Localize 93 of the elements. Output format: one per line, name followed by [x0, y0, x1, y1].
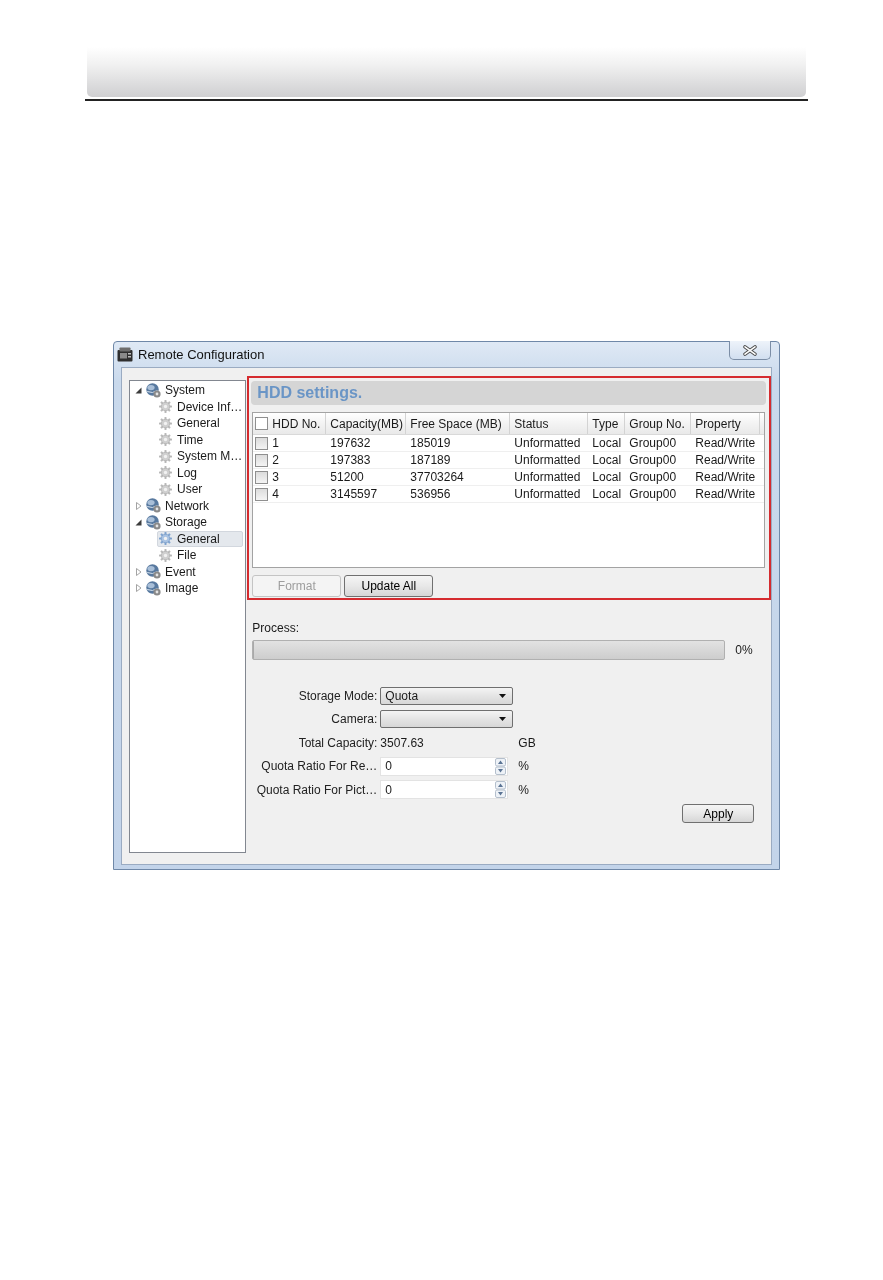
field-label: Storage Mode:: [298, 688, 378, 703]
table-cell-text: Group00: [628, 452, 678, 468]
table-cell-text: Local: [591, 469, 623, 485]
globe-gear-icon: [146, 564, 161, 580]
table-cell-text: 3145597: [329, 486, 379, 502]
row-checkbox[interactable]: [255, 470, 269, 484]
select-all-checkbox[interactable]: [255, 417, 269, 430]
column-header[interactable]: Property: [695, 416, 741, 431]
table-cell-text: Local: [591, 452, 623, 468]
tree-item[interactable]: General: [157, 530, 244, 547]
update-all-button[interactable]: Update All: [344, 575, 434, 597]
gear-icon: [159, 466, 172, 480]
section-header: HDD settings.: [251, 381, 767, 405]
gear-icon: [159, 482, 172, 496]
gear-icon: [159, 400, 172, 414]
close-button[interactable]: [729, 341, 771, 360]
tree-item[interactable]: Device Inf…: [157, 398, 244, 415]
table-cell: 2: [272, 453, 280, 467]
process-label: Process:: [252, 621, 301, 635]
table-cell-text: Unformatted: [513, 435, 582, 451]
gear-icon: [159, 548, 172, 562]
globe-gear-icon: [146, 498, 161, 514]
table-cell-text: 37703264: [409, 469, 465, 485]
field-label: Camera:: [331, 712, 378, 726]
number-input[interactable]: 0: [380, 756, 509, 776]
table-cell-text: Local: [591, 435, 623, 451]
table-cell-text: Unformatted: [513, 486, 582, 502]
tree-item[interactable]: Event: [145, 563, 197, 580]
table-cell-text: 197383: [329, 452, 372, 468]
column-header[interactable]: Free Space (MB): [410, 416, 502, 431]
table-cell-text: Read/Write: [694, 486, 757, 502]
app-icon: [117, 347, 133, 362]
tree-item[interactable]: System M…: [157, 448, 244, 465]
table-cell-text: 51200: [329, 469, 365, 485]
caret-icon: [499, 693, 507, 698]
table-cell-text: Unformatted: [513, 452, 582, 468]
caret-icon: [499, 717, 507, 721]
tree-item[interactable]: General: [157, 415, 244, 432]
tree-item[interactable]: User: [157, 481, 244, 498]
field-label: Quota Ratio For Pict…: [256, 782, 378, 797]
tree-item[interactable]: Network: [145, 497, 210, 514]
table-cell-text: Read/Write: [694, 469, 757, 485]
close-icon: [743, 344, 757, 356]
table-cell-text: 536956: [409, 486, 452, 502]
table-cell-text: Group00: [628, 469, 678, 485]
unit-label: GB: [518, 735, 536, 750]
column-header[interactable]: HDD No.: [272, 416, 321, 431]
tree-item[interactable]: System: [145, 382, 206, 399]
table-cell-text: Local: [591, 486, 623, 502]
table-cell-text: Unformatted: [513, 469, 582, 485]
tree-item[interactable]: Storage: [145, 514, 209, 531]
dropdown-select[interactable]: [380, 710, 514, 728]
field-value: 3507.63: [380, 735, 424, 750]
unit-label: %: [518, 759, 530, 773]
table-cell-text: 197632: [329, 435, 372, 451]
expander-icon[interactable]: [135, 386, 142, 395]
column-header[interactable]: Capacity(MB): [330, 416, 404, 431]
unit-label: %: [518, 782, 530, 797]
table-cell-text: Group00: [628, 486, 678, 502]
table-cell: 3: [272, 470, 280, 484]
row-checkbox[interactable]: [255, 436, 269, 450]
tree-item[interactable]: Log: [157, 464, 244, 481]
column-header[interactable]: Group No.: [629, 416, 685, 431]
row-checkbox[interactable]: [255, 487, 269, 501]
tree-item[interactable]: Image: [145, 580, 200, 597]
spinner-arrows-icon[interactable]: [495, 781, 507, 798]
column-header[interactable]: Type: [592, 416, 619, 431]
progress-reading: 0%: [735, 643, 753, 657]
table-cell-text: 187189: [409, 452, 452, 468]
table-cell-text: Read/Write: [694, 452, 757, 468]
globe-gear-icon: [146, 514, 161, 530]
gear-icon: [159, 433, 172, 447]
tree-item[interactable]: Time: [157, 431, 244, 448]
gear-icon: [159, 449, 172, 463]
expander-icon[interactable]: [135, 518, 142, 527]
number-input[interactable]: 0: [380, 780, 509, 799]
table-cell: 4: [272, 487, 280, 501]
field-label: Quota Ratio For Re…: [261, 759, 378, 773]
table-cell-text: Group00: [628, 435, 678, 451]
globe-gear-icon: [146, 580, 161, 596]
table-cell-text: Read/Write: [694, 435, 757, 451]
row-checkbox[interactable]: [255, 453, 269, 467]
column-header[interactable]: Status: [514, 416, 549, 431]
field-label: Total Capacity:: [298, 735, 378, 750]
gear-icon: [159, 532, 172, 546]
spinner-arrows-icon[interactable]: [495, 757, 507, 775]
tree-item[interactable]: File: [157, 547, 244, 564]
window-title: Remote Configuration: [138, 347, 265, 362]
dropdown-select[interactable]: Quota: [380, 686, 514, 705]
apply-button[interactable]: Apply: [682, 804, 755, 823]
table-cell: 1: [272, 436, 280, 450]
gear-icon: [159, 416, 172, 430]
table-cell-text: 185019: [409, 435, 452, 451]
